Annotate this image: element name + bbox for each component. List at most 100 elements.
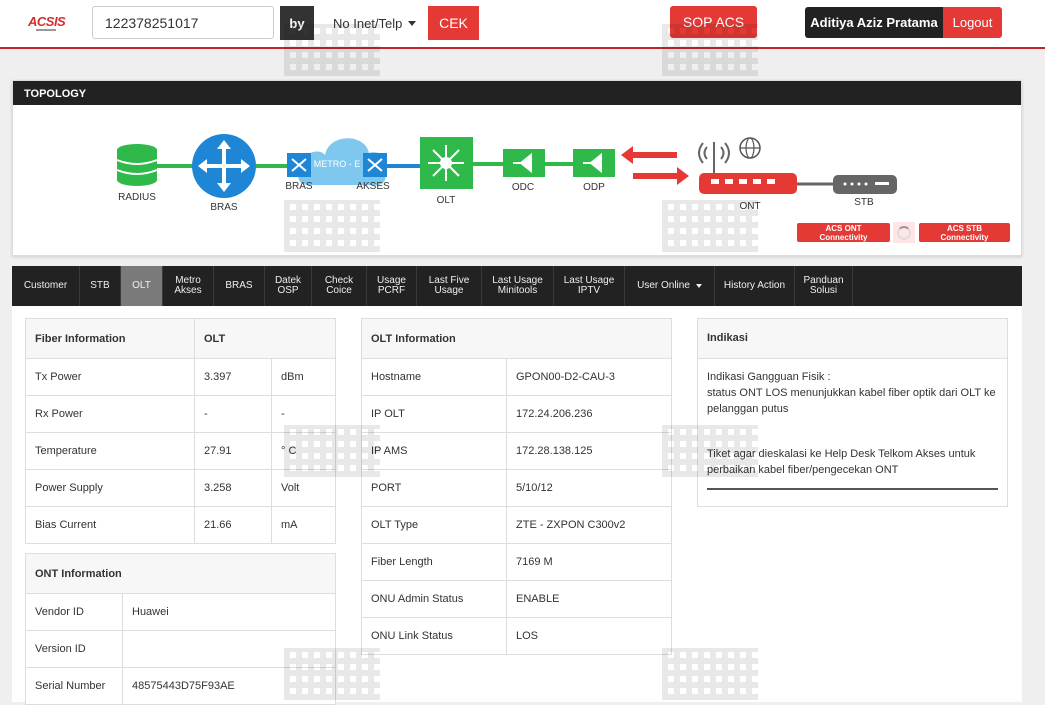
tab-stb[interactable]: STB: [80, 266, 121, 306]
table-row: PORT 5/10/12: [361, 469, 672, 507]
tab-bras[interactable]: BRAS: [214, 266, 265, 306]
olt-type-value: ZTE - ZXPON C300v2: [506, 506, 672, 544]
by-label: by: [280, 6, 314, 40]
onu-admin-status-value: ENABLE: [506, 580, 672, 618]
bias-current-value: 21.66: [194, 506, 272, 544]
wifi-antenna-icon: [698, 142, 730, 175]
table-row: Temperature 27.91 ° C: [25, 432, 336, 470]
bidirectional-arrows-icon: [621, 146, 689, 185]
rx-power-value: -: [194, 395, 272, 433]
tab-history-action[interactable]: History Action: [715, 266, 795, 306]
tab-olt[interactable]: OLT: [121, 266, 163, 306]
onu-admin-status-label: ONU Admin Status: [361, 580, 507, 618]
tab-user-online[interactable]: User Online: [625, 266, 715, 306]
tab-usage-pcrf[interactable]: Usage PCRF: [367, 266, 417, 306]
olt-information-table: OLT Information Hostname GPON00-D2-CAU-3…: [361, 318, 672, 655]
cek-button[interactable]: CEK: [428, 6, 479, 40]
rx-power-unit: -: [271, 395, 336, 433]
logout-button[interactable]: Logout: [943, 7, 1002, 38]
radius-icon: [116, 144, 158, 186]
indikasi-line-3: Tiket agar dieskalasi ke Help Desk Telko…: [707, 448, 976, 476]
bias-current-unit: mA: [271, 506, 336, 544]
stb-label: STB: [854, 197, 874, 208]
tab-check-coice[interactable]: Check Coice: [312, 266, 367, 306]
olt-info-header: OLT Information: [361, 318, 672, 359]
caret-down-icon: [408, 21, 416, 26]
hostname-value: GPON00-D2-CAU-3: [506, 358, 672, 396]
hostname-label: Hostname: [361, 358, 507, 396]
indikasi-body: Indikasi Gangguan Fisik : status ONT LOS…: [698, 359, 1007, 500]
odc-label: ODC: [511, 182, 535, 193]
odp-splitter-icon: [573, 149, 615, 177]
search-input[interactable]: [92, 6, 274, 39]
table-row: Bias Current 21.66 mA: [25, 506, 336, 544]
temperature-label: Temperature: [25, 432, 195, 470]
tab-last-five-usage[interactable]: Last Five Usage: [417, 266, 482, 306]
indikasi-header: Indikasi: [698, 319, 1007, 359]
olt-type-label: OLT Type: [361, 506, 507, 544]
olt-switch-icon: [420, 137, 473, 189]
version-id-value: [122, 630, 336, 668]
ont-information-table: ONT Information Vendor ID Huawei Version…: [25, 553, 336, 705]
indikasi-panel: Indikasi Indikasi Gangguan Fisik : statu…: [697, 318, 1008, 507]
serial-number-value: 48575443D75F93AE: [122, 667, 336, 705]
table-row: IP OLT 172.24.206.236: [361, 395, 672, 433]
table-row: ONU Link Status LOS: [361, 617, 672, 655]
indikasi-line-2: status ONT LOS menunjukkan kabel fiber o…: [707, 387, 996, 415]
fiber-information-table: Fiber Information OLT Tx Power 3.397 dBm…: [25, 318, 336, 544]
metro-e-label: METRO - E: [313, 159, 361, 169]
port-value: 5/10/12: [506, 469, 672, 507]
table-row: Rx Power - -: [25, 395, 336, 433]
tx-power-label: Tx Power: [25, 358, 195, 396]
port-label: PORT: [361, 469, 507, 507]
header: ACSIS by No Inet/Telp CEK SOP ACS Aditiy…: [0, 0, 1045, 49]
tab-customer[interactable]: Customer: [12, 266, 80, 306]
dropdown-caret-icon: [695, 284, 702, 288]
search-type-value: No Inet/Telp: [333, 15, 403, 31]
tab-panduan-solusi[interactable]: Panduan Solusi: [795, 266, 853, 306]
tab-bar: Customer STB OLT Metro Akses BRAS Datek …: [12, 266, 1022, 306]
power-supply-value: 3.258: [194, 469, 272, 507]
table-row: ONU Admin Status ENABLE: [361, 580, 672, 618]
odc-splitter-icon: [503, 149, 545, 177]
ip-olt-value: 172.24.206.236: [506, 395, 672, 433]
search-type-select[interactable]: No Inet/Telp: [320, 6, 426, 40]
acsis-logo[interactable]: ACSIS: [28, 14, 66, 29]
odp-label: ODP: [583, 182, 605, 193]
tab-last-usage-iptv[interactable]: Last Usage IPTV: [554, 266, 625, 306]
bras-metro-label: BRAS: [285, 181, 313, 192]
acs-stb-connectivity-button[interactable]: ACS STB Connectivity: [919, 223, 1010, 242]
table-row: Vendor ID Huawei: [25, 593, 336, 631]
fiber-info-header: Fiber Information: [25, 318, 195, 359]
ip-ams-label: IP AMS: [361, 432, 507, 470]
tab-datek-osp[interactable]: Datek OSP: [265, 266, 312, 306]
tx-power-value: 3.397: [194, 358, 272, 396]
table-row: Power Supply 3.258 Volt: [25, 469, 336, 507]
user-name-button[interactable]: Aditiya Aziz Pratama: [805, 7, 943, 38]
fiber-length-label: Fiber Length: [361, 543, 507, 581]
akses-label: AKSES: [356, 181, 390, 192]
olt-label: OLT: [436, 195, 456, 206]
spinner-icon: [897, 225, 911, 240]
tab-metro-akses[interactable]: Metro Akses: [163, 266, 214, 306]
tx-power-unit: dBm: [271, 358, 336, 396]
vendor-id-value: Huawei: [122, 593, 336, 631]
topology-title: TOPOLOGY: [13, 81, 1021, 105]
table-row: Version ID: [25, 630, 336, 668]
onu-link-status-label: ONU Link Status: [361, 617, 507, 655]
olt-column-header: OLT: [194, 318, 336, 359]
table-row: IP AMS 172.28.138.125: [361, 432, 672, 470]
version-id-label: Version ID: [25, 630, 123, 668]
indikasi-divider: [707, 488, 998, 490]
stb-device-icon: [833, 175, 897, 194]
indikasi-line-1: Indikasi Gangguan Fisik :: [707, 371, 831, 383]
table-row: Tx Power 3.397 dBm: [25, 358, 336, 396]
sop-acs-button[interactable]: SOP ACS: [670, 6, 757, 38]
power-supply-label: Power Supply: [25, 469, 195, 507]
acs-ont-connectivity-button[interactable]: ACS ONT Connectivity: [797, 223, 890, 242]
tab-last-usage-minitools[interactable]: Last Usage Minitools: [482, 266, 554, 306]
bras-label: BRAS: [210, 202, 238, 213]
bras-router-icon: [192, 134, 256, 198]
bias-current-label: Bias Current: [25, 506, 195, 544]
